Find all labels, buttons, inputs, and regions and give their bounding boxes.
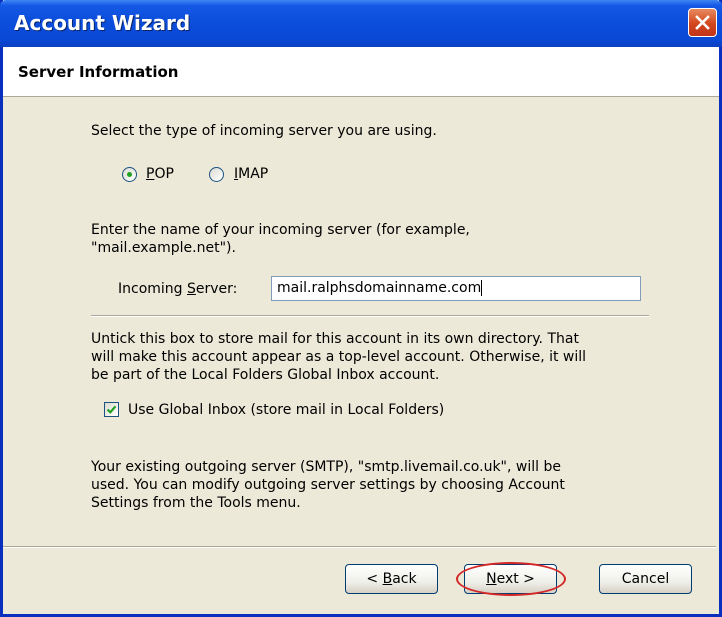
imap-radio[interactable] bbox=[209, 167, 224, 182]
page-title: Server Information bbox=[18, 63, 179, 81]
incoming-server-prompt-line1: Enter the name of your incoming server (… bbox=[91, 222, 470, 238]
close-button[interactable] bbox=[688, 8, 717, 37]
imap-radio-label[interactable]: IMAP bbox=[234, 165, 268, 183]
use-global-inbox-checkbox[interactable] bbox=[104, 402, 119, 417]
pop-radio[interactable] bbox=[122, 167, 137, 182]
cancel-button[interactable]: Cancel bbox=[599, 564, 692, 594]
server-type-prompt: Select the type of incoming server you a… bbox=[91, 123, 437, 139]
window-title: Account Wizard bbox=[14, 11, 191, 35]
global-inbox-desc-line3: be part of the Local Folders Global Inbo… bbox=[91, 367, 440, 383]
use-global-inbox-label[interactable]: Use Global Inbox (store mail in Local Fo… bbox=[128, 401, 444, 419]
account-wizard-window: Account Wizard Server Information bbox=[0, 0, 722, 617]
incoming-server-label: Incoming Server: bbox=[118, 281, 238, 297]
outgoing-server-line3: Settings from the Tools menu. bbox=[91, 495, 301, 511]
incoming-server-input[interactable]: mail.ralphsdomainname.com bbox=[271, 276, 641, 301]
section-divider bbox=[91, 315, 649, 317]
checkmark-icon bbox=[106, 405, 117, 414]
page-header: Server Information bbox=[3, 47, 719, 97]
global-inbox-desc-line2: will make this account appear as a top-l… bbox=[91, 349, 587, 365]
pop-radio-label[interactable]: POP bbox=[146, 165, 174, 183]
next-button[interactable]: Next > bbox=[464, 564, 557, 594]
radio-selected-dot bbox=[127, 172, 132, 177]
incoming-server-prompt-line2: "mail.example.net"). bbox=[91, 240, 236, 256]
close-icon bbox=[695, 15, 710, 30]
outgoing-server-line2: used. You can modify outgoing server set… bbox=[91, 477, 565, 493]
back-button[interactable]: < Back bbox=[345, 564, 438, 594]
global-inbox-desc-line1: Untick this box to store mail for this a… bbox=[91, 331, 579, 347]
text-caret bbox=[481, 280, 483, 296]
outgoing-server-line1: Your existing outgoing server (SMTP), "s… bbox=[91, 459, 561, 475]
incoming-server-value: mail.ralphsdomainname.com bbox=[277, 280, 482, 296]
title-bar[interactable]: Account Wizard bbox=[0, 0, 722, 47]
button-bar-divider bbox=[3, 546, 716, 548]
